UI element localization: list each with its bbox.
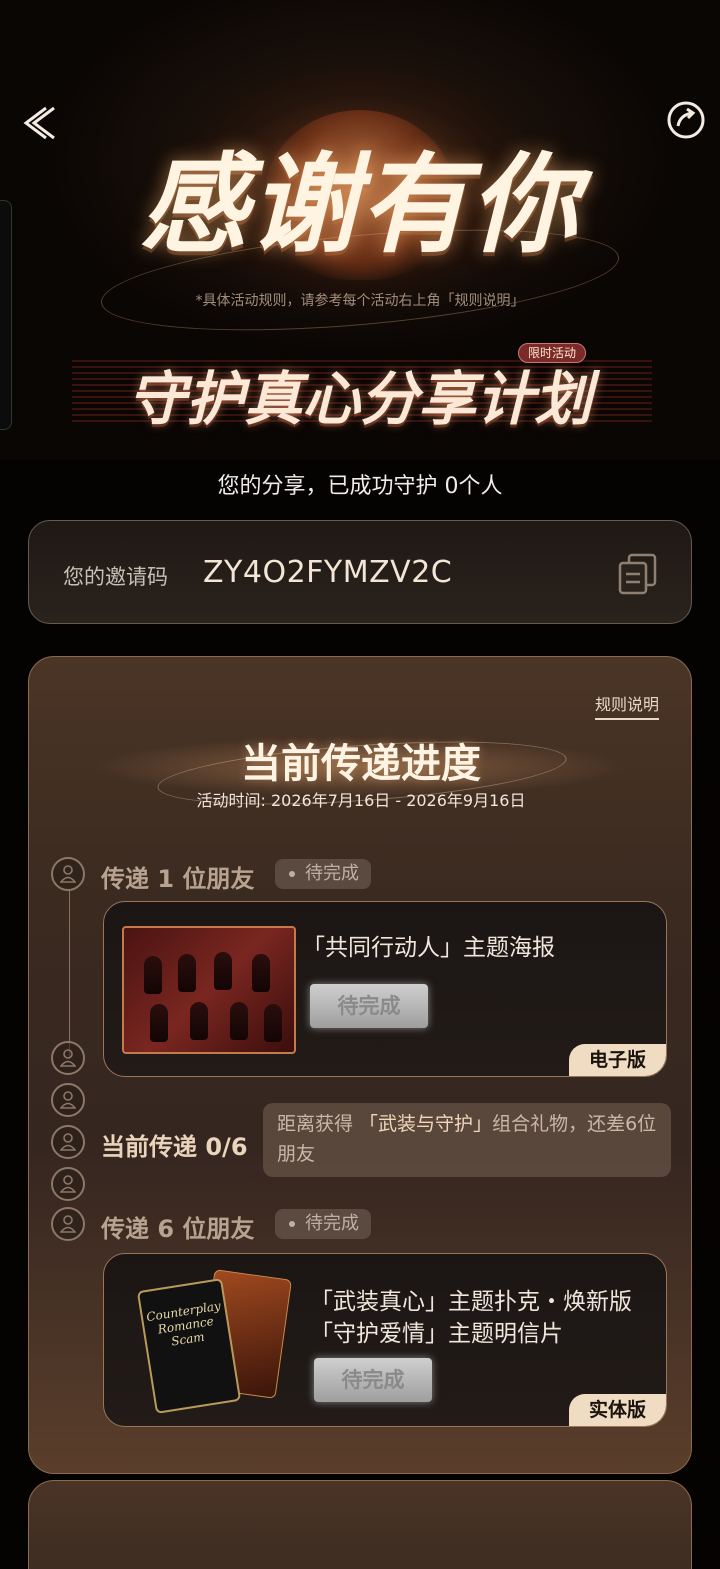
reward-card-poster: 「共同行动人」主题海报 待完成 电子版 (103, 901, 667, 1077)
physical-pending-button[interactable]: 待完成 (314, 1358, 432, 1402)
user-icon (51, 1083, 85, 1117)
hero-title: 感谢有你 (139, 142, 580, 268)
gift-progress-tip: 距离获得 「武装与守护」组合礼物，还差6位朋友 (263, 1103, 671, 1177)
share-summary: 您的分享，已成功守护 0个人 (217, 474, 503, 499)
digital-version-tag: 电子版 (568, 1044, 666, 1076)
user-icon (51, 1167, 85, 1201)
gift-tip-prefix: 距离获得 (277, 1113, 360, 1135)
poster-image (122, 926, 296, 1054)
physical-version-tag: 实体版 (568, 1394, 666, 1426)
next-section-card (28, 1480, 692, 1569)
copy-icon[interactable] (615, 551, 661, 597)
rules-link[interactable]: 规则说明 (595, 691, 660, 720)
progress-card: 规则说明 当前传递进度 活动时间: 2026年7月16日 - 2026年9月16… (28, 656, 692, 1474)
user-icon (51, 1207, 85, 1241)
limited-time-badge: 限时活动 (518, 343, 587, 363)
user-icon (51, 857, 85, 891)
hero-rules-note: *具体活动规则，请参考每个活动右上角「规则说明」 (195, 293, 525, 309)
progress-title: 当前传递进度 (241, 740, 481, 787)
postcard-reward-name: 「守护爱情」主题明信片 (310, 1321, 563, 1347)
invite-code-box: 您的邀请码 ZY4O2FYMZV2C (28, 520, 692, 624)
gift-tip-highlight: 「武装与守护」 (359, 1113, 493, 1135)
current-progress-label: 当前传递 0/6 (101, 1133, 248, 1161)
step-6-status: 待完成 (275, 1209, 371, 1239)
step-6-status-text: 待完成 (305, 1213, 359, 1234)
user-icon (51, 1041, 85, 1075)
reward-card-physical: Counterplay Romance Scam 「武装真心」主题扑克・焕新版 「守… (103, 1253, 667, 1427)
event-period: 活动时间: 2026年7月16日 - 2026年9月16日 (196, 791, 526, 810)
invite-code-value: ZY4O2FYMZV2C (203, 555, 453, 590)
user-icon (51, 1125, 85, 1159)
step-6-label: 传递 6 位朋友 (101, 1215, 255, 1243)
timeline-connector (69, 889, 70, 1057)
poker-reward-name: 「武装真心」主题扑克・焕新版 (310, 1289, 632, 1315)
step-1-label: 传递 1 位朋友 (101, 865, 255, 893)
poker-postcard-image: Counterplay Romance Scam (136, 1269, 292, 1418)
invite-code-label: 您的邀请码 (63, 565, 168, 589)
campaign-title: 守护真心分享计划 (127, 365, 592, 433)
step-1-status: 待完成 (275, 859, 371, 889)
step-1-status-text: 待完成 (305, 863, 359, 884)
poster-reward-name: 「共同行动人」主题海报 (302, 935, 555, 961)
poster-pending-button[interactable]: 待完成 (310, 984, 428, 1028)
